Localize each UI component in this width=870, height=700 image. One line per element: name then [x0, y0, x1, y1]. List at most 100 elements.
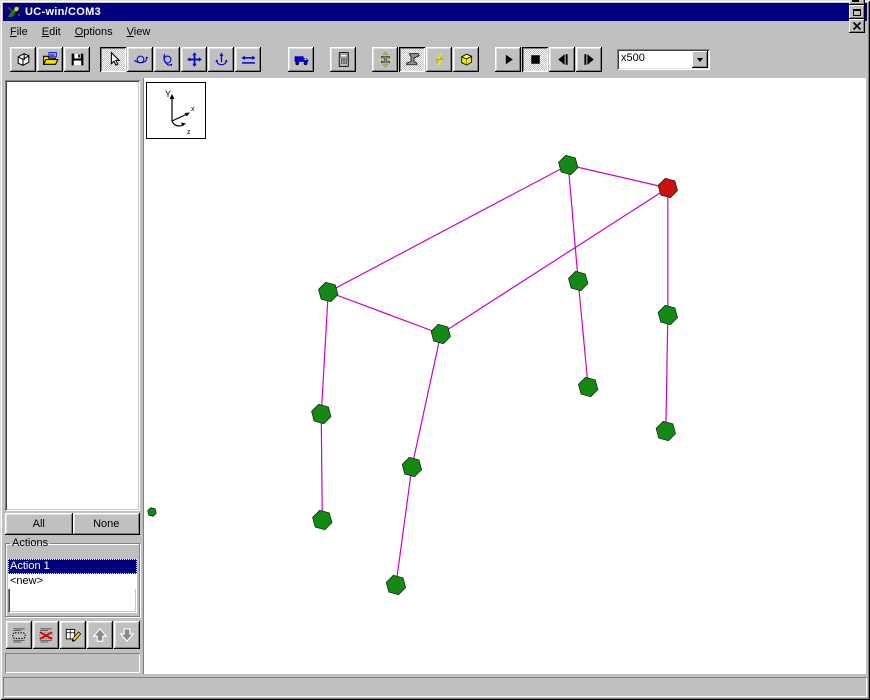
all-button[interactable]: All	[5, 513, 73, 535]
rotate-vertical-icon	[159, 51, 176, 68]
stop-button[interactable]	[522, 47, 548, 72]
truck-icon	[293, 51, 310, 68]
add-action-button[interactable]	[6, 621, 32, 649]
open-button[interactable]	[37, 47, 63, 72]
animation-scale-combo[interactable]: x500	[617, 49, 710, 70]
model-member[interactable]	[568, 165, 668, 188]
axis-indicator: Y x z	[146, 82, 206, 139]
model-member[interactable]	[578, 281, 588, 387]
cube-wireframe-icon	[15, 51, 32, 68]
app-window: UC-win/COM3 FileEditOptionsView	[0, 0, 870, 700]
model-node[interactable]	[319, 282, 338, 301]
model-node[interactable]	[569, 271, 588, 290]
animation-scale-value: x500	[621, 52, 645, 64]
model-node[interactable]	[312, 404, 331, 423]
model-node[interactable]	[431, 324, 450, 343]
actions-list[interactable]: Action 1<new>	[8, 559, 137, 613]
edit-pencil-icon	[64, 626, 82, 644]
model-member[interactable]	[568, 165, 578, 281]
chevron-down-icon	[697, 58, 703, 65]
selection-list[interactable]	[5, 80, 140, 511]
window-title: UC-win/COM3	[25, 6, 847, 18]
combo-dropdown-button[interactable]	[692, 51, 708, 68]
rotate-horizontal-icon	[132, 51, 149, 68]
step-forward-button[interactable]	[576, 47, 602, 72]
solid-view-button[interactable]	[453, 47, 479, 72]
pointer-icon	[105, 51, 122, 68]
step-back-button[interactable]	[549, 47, 575, 72]
axis-z-label: z	[187, 129, 191, 136]
s-arrows-icon	[431, 51, 448, 68]
zoom-anchor-button[interactable]	[208, 47, 234, 72]
play-button[interactable]	[495, 47, 521, 72]
model-member[interactable]	[328, 165, 568, 292]
model-node-selected[interactable]	[658, 178, 677, 197]
model-member[interactable]	[396, 467, 412, 585]
displacement-button[interactable]	[426, 47, 452, 72]
rotate-vertical-button[interactable]	[154, 47, 180, 72]
menu-file[interactable]: File	[3, 24, 35, 40]
vehicle-load-button[interactable]	[288, 47, 314, 72]
four-way-arrows-icon	[186, 51, 203, 68]
toolbar: x500	[3, 42, 867, 76]
calculator-icon	[335, 51, 352, 68]
horizontal-arrows-icon	[240, 51, 257, 68]
section-forces-button[interactable]	[372, 47, 398, 72]
step-back-icon	[554, 51, 571, 68]
model-node[interactable]	[656, 421, 675, 440]
stop-icon	[527, 51, 544, 68]
menu-bar: FileEditOptionsView	[3, 22, 867, 41]
menu-edit[interactable]: Edit	[35, 24, 68, 40]
model-member[interactable]	[321, 414, 322, 520]
save-button[interactable]	[64, 47, 90, 72]
title-bar[interactable]: UC-win/COM3	[3, 3, 867, 21]
none-button[interactable]: None	[73, 513, 141, 535]
model-node[interactable]	[559, 155, 578, 174]
calculator-button[interactable]	[330, 47, 356, 72]
section-solid-button[interactable]	[399, 47, 425, 72]
ibeam-solid-icon	[404, 51, 421, 68]
floppy-icon	[69, 51, 86, 68]
model-member[interactable]	[441, 188, 668, 334]
model-canvas[interactable]: Y x z	[143, 78, 866, 674]
rotate-horizontal-button[interactable]	[127, 47, 153, 72]
model-node[interactable]	[658, 305, 677, 324]
pan-button[interactable]	[181, 47, 207, 72]
menu-options[interactable]: Options	[68, 24, 120, 40]
structure-model	[144, 78, 866, 674]
maximize-button[interactable]	[849, 5, 865, 19]
actions-groupbox: Actions Action 1<new>	[5, 537, 140, 617]
model-node[interactable]	[578, 377, 597, 396]
action-buttons-row	[6, 621, 141, 649]
down-arrow-icon	[118, 626, 136, 644]
model-node[interactable]	[386, 575, 405, 594]
maximize-icon	[853, 9, 861, 16]
axis-y-label: Y	[165, 89, 171, 99]
status-bar	[3, 677, 867, 697]
folder-open-icon	[42, 51, 59, 68]
edit-action-button[interactable]	[60, 621, 86, 649]
model-member[interactable]	[321, 292, 328, 414]
select-pointer-button[interactable]	[100, 47, 126, 72]
action-list-item[interactable]: Action 1	[8, 559, 137, 574]
step-forward-icon	[581, 51, 598, 68]
model-member[interactable]	[412, 334, 441, 467]
move-up-button[interactable]	[87, 621, 113, 649]
new-model-button[interactable]	[10, 47, 36, 72]
sidebar-status-panel	[5, 653, 140, 673]
action-list-item[interactable]: <new>	[8, 574, 137, 589]
sidebar: All None Actions Action 1<new>	[4, 78, 141, 674]
model-member[interactable]	[328, 292, 441, 334]
app-icon	[6, 5, 22, 19]
model-member[interactable]	[666, 315, 668, 431]
delete-action-button[interactable]	[33, 621, 59, 649]
model-node[interactable]	[313, 510, 332, 529]
dotted-row-icon	[10, 626, 28, 644]
actions-groupbox-title: Actions	[10, 537, 50, 549]
model-node[interactable]	[148, 508, 157, 517]
pan-horizontal-button[interactable]	[235, 47, 261, 72]
move-down-button[interactable]	[114, 621, 140, 649]
menu-view[interactable]: View	[120, 24, 158, 40]
anchor-icon	[213, 51, 230, 68]
model-node[interactable]	[402, 457, 421, 476]
